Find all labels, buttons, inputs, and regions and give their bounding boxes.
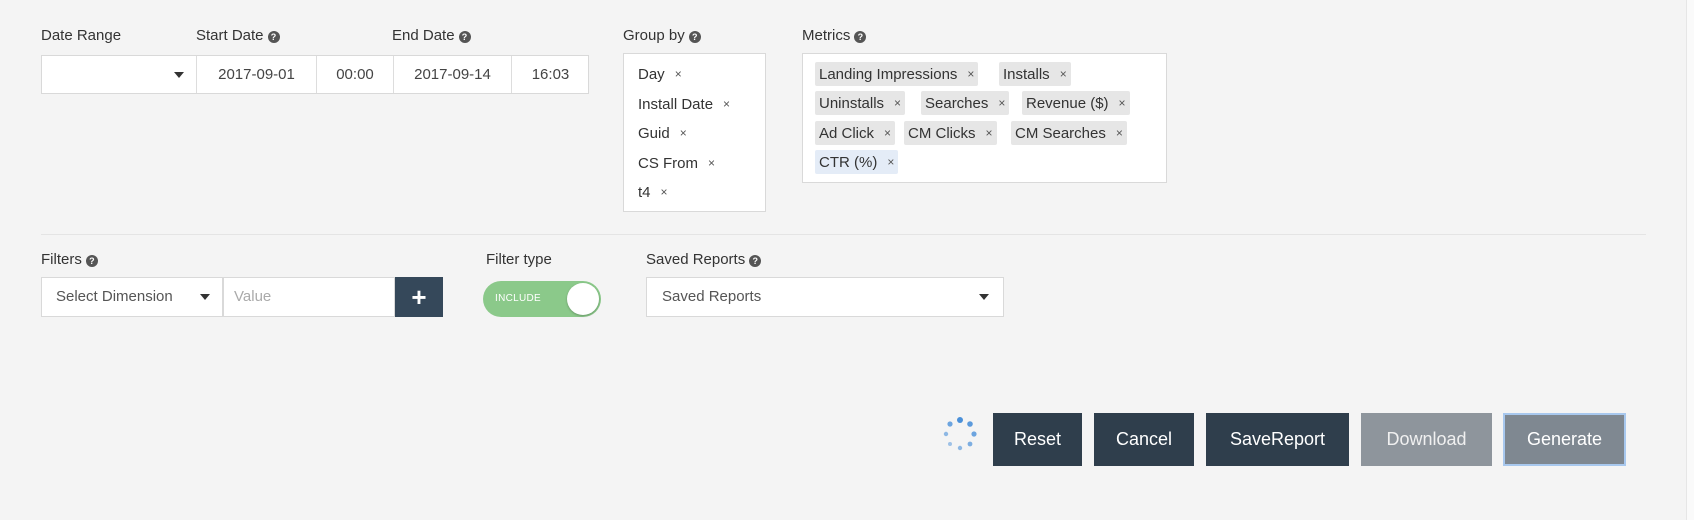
end-time-input[interactable]: 16:03	[512, 56, 589, 93]
add-filter-button[interactable]: +	[395, 277, 443, 317]
value-input[interactable]: Value	[223, 277, 395, 317]
help-icon[interactable]: ?	[749, 255, 762, 267]
saved-reports-value: Saved Reports	[662, 288, 762, 305]
group-by-tag: Guid ×	[638, 124, 687, 142]
group-by-tag: CS From ×	[638, 154, 716, 172]
save-report-button[interactable]: SaveReport	[1206, 413, 1349, 466]
date-range-select[interactable]	[42, 56, 197, 93]
date-row: 2017-09-01 00:00 2017-09-14 16:03	[41, 55, 589, 94]
metric-tag: Installs ×	[999, 62, 1071, 86]
end-date-input[interactable]: 2017-09-14	[394, 56, 512, 93]
start-date-input[interactable]: 2017-09-01	[197, 56, 317, 93]
metrics-label: Metrics?	[802, 27, 867, 44]
toggle-knob	[567, 283, 599, 315]
filter-type-toggle[interactable]: INCLUDE	[483, 281, 601, 317]
remove-icon[interactable]: ×	[1116, 126, 1123, 140]
metric-tag: Ad Click ×	[815, 121, 896, 145]
cancel-button[interactable]: Cancel	[1094, 413, 1194, 466]
group-by-tag: t4 ×	[638, 183, 668, 201]
download-button[interactable]: Download	[1361, 413, 1492, 466]
end-date-label: End Date?	[392, 27, 471, 44]
remove-icon[interactable]: ×	[887, 155, 894, 169]
metrics-select[interactable]: Landing Impressions × Installs × Uninstall…	[802, 53, 1167, 183]
loading-spinner-icon	[943, 417, 977, 451]
remove-icon[interactable]: ×	[1060, 67, 1067, 81]
value-placeholder: Value	[234, 288, 272, 305]
right-edge	[1686, 0, 1694, 520]
remove-icon[interactable]: ×	[680, 126, 687, 140]
reset-button[interactable]: Reset	[993, 413, 1082, 466]
metric-tag: Revenue ($) ×	[1022, 91, 1130, 115]
start-date-label: Start Date?	[196, 27, 280, 44]
dimension-select-label: Select Dimension	[56, 288, 173, 305]
remove-icon[interactable]: ×	[894, 96, 901, 110]
group-by-tag: Install Date ×	[638, 95, 731, 113]
remove-icon[interactable]: ×	[986, 126, 993, 140]
remove-icon[interactable]: ×	[723, 97, 730, 111]
metric-tag: CTR (%) ×	[815, 150, 899, 174]
remove-icon[interactable]: ×	[884, 126, 891, 140]
group-by-tag: Day ×	[638, 65, 682, 83]
help-icon[interactable]: ?	[688, 31, 701, 43]
metric-tag: Searches ×	[921, 91, 1010, 115]
plus-icon: +	[411, 281, 427, 312]
group-by-select[interactable]: Day × Install Date × Guid × CS From × t4 ×	[623, 53, 766, 212]
saved-reports-select[interactable]: Saved Reports	[646, 277, 1004, 317]
help-icon[interactable]: ?	[854, 31, 867, 43]
metric-tag: Landing Impressions ×	[815, 62, 979, 86]
generate-button[interactable]: Generate	[1503, 413, 1626, 466]
remove-icon[interactable]: ×	[967, 67, 974, 81]
metric-tag: CM Searches ×	[1011, 121, 1127, 145]
chevron-down-icon	[979, 294, 989, 300]
help-icon[interactable]: ?	[267, 31, 280, 43]
toggle-label: INCLUDE	[495, 293, 541, 304]
chevron-down-icon	[174, 71, 184, 78]
filters-label: Filters?	[41, 251, 98, 268]
metric-tag: Uninstalls ×	[815, 91, 906, 115]
dimension-select[interactable]: Select Dimension	[41, 277, 223, 317]
remove-icon[interactable]: ×	[675, 67, 682, 81]
filter-type-label: Filter type	[486, 251, 552, 268]
remove-icon[interactable]: ×	[1119, 96, 1126, 110]
chevron-down-icon	[200, 294, 210, 300]
section-divider	[41, 234, 1646, 235]
remove-icon[interactable]: ×	[998, 96, 1005, 110]
metric-tag: CM Clicks ×	[904, 121, 997, 145]
help-icon[interactable]: ?	[458, 31, 471, 43]
start-time-input[interactable]: 00:00	[317, 56, 394, 93]
saved-reports-label: Saved Reports?	[646, 251, 762, 268]
group-by-label: Group by?	[623, 27, 701, 44]
help-icon[interactable]: ?	[85, 255, 98, 267]
date-range-label: Date Range	[41, 27, 122, 44]
remove-icon[interactable]: ×	[708, 156, 715, 170]
remove-icon[interactable]: ×	[661, 185, 668, 199]
